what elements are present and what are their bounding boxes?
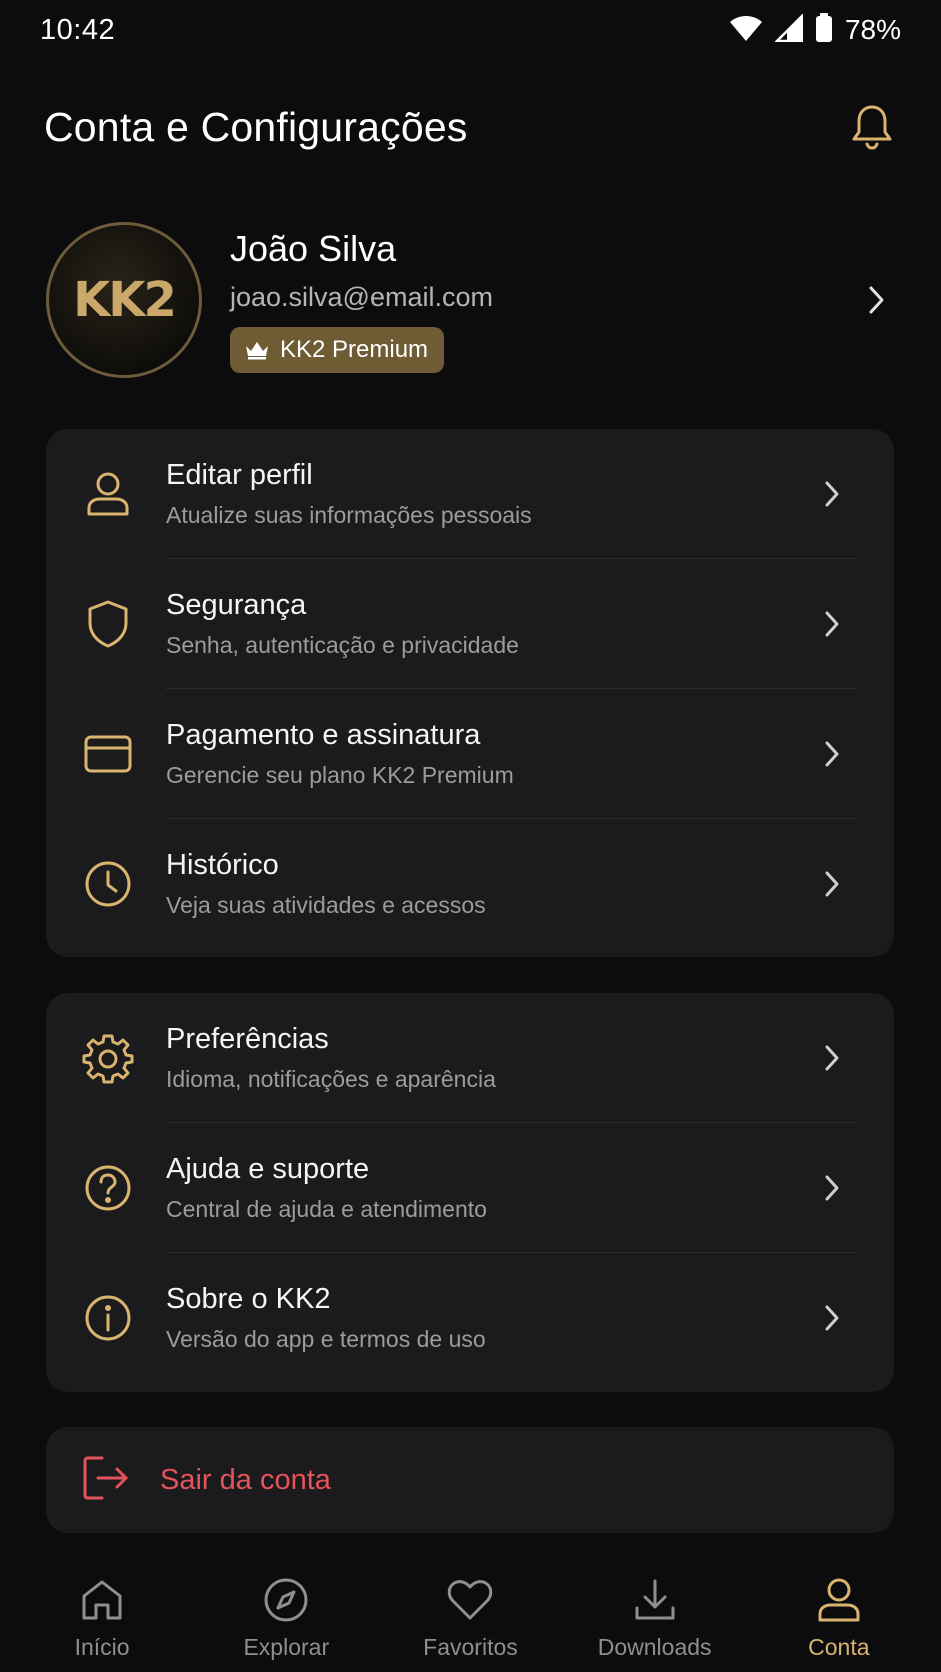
- nav-item-explore[interactable]: Explorar: [201, 1574, 371, 1661]
- crown-icon: [246, 341, 268, 359]
- profile-section[interactable]: KK2 João Silva joao.silva@email.com KK2 …: [46, 220, 896, 380]
- bottom-nav: Início Explorar Favoritos Downloads Cont…: [0, 1556, 941, 1672]
- menu-item-subtitle: Central de ajuda e atendimento: [166, 1196, 487, 1222]
- nav-item-downloads[interactable]: Downloads: [570, 1574, 740, 1661]
- chevron-right-icon: [812, 1168, 852, 1208]
- chevron-right-icon: [812, 1298, 852, 1338]
- nav-item-account[interactable]: Conta: [754, 1574, 924, 1661]
- compass-icon: [260, 1574, 312, 1626]
- profile-info: João Silva joao.silva@email.com KK2 Prem…: [230, 228, 856, 373]
- user-icon: [813, 1574, 865, 1626]
- logout-card: Sair da conta: [46, 1427, 894, 1533]
- home-icon: [76, 1574, 128, 1626]
- avatar-logo: KK2: [73, 272, 177, 328]
- chevron-right-icon: [812, 474, 852, 514]
- bell-icon: [852, 105, 892, 150]
- menu-item-subtitle: Idioma, notificações e aparência: [166, 1066, 496, 1092]
- menu-item-subtitle: Senha, autenticação e privacidade: [166, 632, 519, 658]
- nav-label: Downloads: [597, 1634, 712, 1660]
- credit-card-icon: [80, 726, 136, 782]
- logout-label: Sair da conta: [160, 1463, 331, 1496]
- wifi-icon: [729, 14, 763, 47]
- logout-icon: [82, 1455, 130, 1506]
- profile-email: joao.silva@email.com: [230, 281, 493, 312]
- menu-item-title: Segurança: [166, 589, 307, 621]
- nav-label: Favoritos: [423, 1634, 518, 1660]
- menu-item-subtitle: Gerencie seu plano KK2 Premium: [166, 762, 514, 788]
- menu-item-subtitle: Atualize suas informações pessoais: [166, 502, 532, 528]
- shield-icon: [80, 596, 136, 652]
- clock-icon: [80, 856, 136, 912]
- menu-item-help[interactable]: Ajuda e suporte Central de ajuda e atend…: [46, 1123, 894, 1253]
- nav-label: Explorar: [243, 1634, 330, 1660]
- user-icon: [80, 466, 136, 522]
- menu-item-edit-profile[interactable]: Editar perfil Atualize suas informações …: [46, 429, 894, 559]
- status-time: 10:42: [40, 13, 116, 46]
- premium-badge-label: KK2 Premium: [280, 335, 429, 363]
- menu-item-payment[interactable]: Pagamento e assinatura Gerencie seu plan…: [46, 689, 894, 819]
- status-icons: 78%: [729, 12, 901, 48]
- nav-label: Início: [74, 1634, 130, 1660]
- chevron-right-icon: [812, 1038, 852, 1078]
- menu-item-title: Ajuda e suporte: [166, 1153, 370, 1185]
- chevron-right-icon: [812, 734, 852, 774]
- info-icon: [80, 1290, 136, 1346]
- download-icon: [629, 1574, 681, 1626]
- chevron-right-icon: [812, 864, 852, 904]
- profile-name: João Silva: [230, 227, 397, 269]
- menu-item-title: Preferências: [166, 1023, 329, 1055]
- battery-percent: 78%: [844, 14, 901, 45]
- header: Conta e Configurações: [0, 90, 941, 164]
- notifications-button[interactable]: [847, 102, 897, 152]
- menu-item-title: Histórico: [166, 849, 279, 881]
- menu-item-security[interactable]: Segurança Senha, autenticação e privacid…: [46, 559, 894, 689]
- nav-item-home[interactable]: Início: [17, 1574, 187, 1661]
- premium-badge: KK2 Premium: [230, 326, 445, 373]
- menu-item-title: Editar perfil: [166, 459, 313, 491]
- status-bar: 10:42 78%: [0, 0, 941, 60]
- help-icon: [80, 1160, 136, 1216]
- chevron-right-icon: [812, 604, 852, 644]
- signal-icon: [773, 12, 804, 47]
- menu-item-title: Sobre o KK2: [166, 1283, 331, 1315]
- app-menu-card: Preferências Idioma, notificações e apar…: [46, 993, 894, 1392]
- gear-icon: [80, 1030, 136, 1086]
- menu-item-subtitle: Versão do app e termos de uso: [166, 1326, 486, 1352]
- account-menu-card: Editar perfil Atualize suas informações …: [46, 429, 894, 957]
- logout-button[interactable]: Sair da conta: [46, 1427, 894, 1533]
- page-title: Conta e Configurações: [44, 103, 468, 150]
- menu-item-subtitle: Veja suas atividades e acessos: [166, 892, 486, 918]
- profile-chevron-icon: [856, 280, 896, 320]
- nav-label: Conta: [808, 1634, 870, 1660]
- avatar: KK2: [46, 222, 202, 378]
- menu-item-preferences[interactable]: Preferências Idioma, notificações e apar…: [46, 993, 894, 1123]
- menu-item-history[interactable]: Histórico Veja suas atividades e acessos: [46, 819, 894, 949]
- heart-icon: [444, 1574, 496, 1626]
- nav-item-favorites[interactable]: Favoritos: [385, 1574, 555, 1661]
- battery-icon: [815, 12, 833, 48]
- menu-item-title: Pagamento e assinatura: [166, 719, 481, 751]
- menu-item-about[interactable]: Sobre o KK2 Versão do app e termos de us…: [46, 1253, 894, 1383]
